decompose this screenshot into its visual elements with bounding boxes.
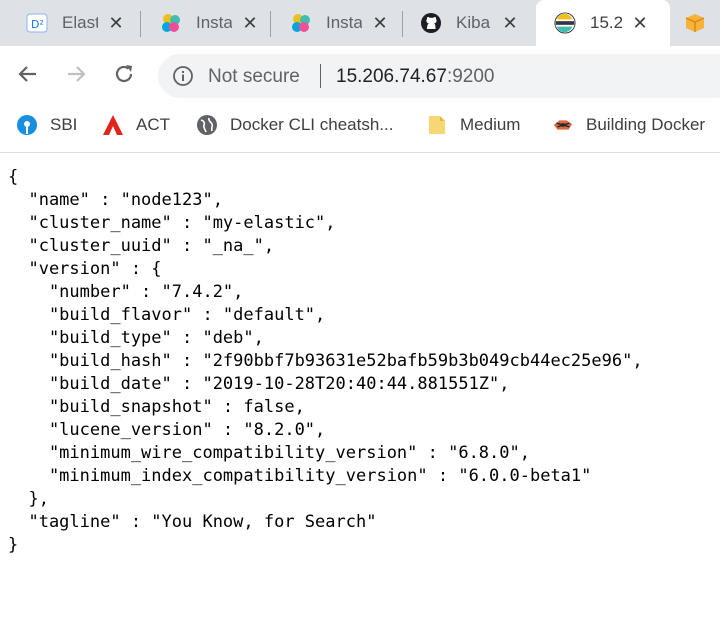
json-line: "tagline" : "You Know, for Search" [8,512,377,532]
elastic-logo-icon [160,12,182,34]
bookmark-label: Medium [460,115,521,134]
json-line: "cluster_name" : "my-elastic", [8,213,336,233]
close-icon[interactable]: ✕ [632,14,648,32]
close-icon[interactable]: ✕ [242,14,258,32]
github-icon [420,12,442,34]
json-line: "lucene_version" : "8.2.0", [8,420,326,440]
json-line: "minimum_wire_compatibility_version" : "… [8,443,530,463]
elastic-cloud-icon: D² [26,12,48,34]
box-icon [684,12,706,34]
tab-insta-1[interactable]: Insta ✕ [134,0,270,46]
json-line: "build_snapshot" : false, [8,397,305,417]
close-icon[interactable]: ✕ [502,14,518,32]
tab-title: Elast [62,13,98,32]
svg-text:D²: D² [31,18,44,31]
bookmark-label: ACT [136,115,170,134]
address-divider [320,64,321,88]
tab-active-es[interactable]: 15.2 ✕ [536,0,670,46]
url-text[interactable]: 15.206.74.67:9200 [336,66,495,88]
json-line: "build_hash" : "2f90bbf7b93631e52bafb59b… [8,351,643,371]
json-line: { [8,167,19,187]
bookmark-label: SBI [50,115,78,134]
json-line: "number" : "7.4.2", [8,282,244,302]
tab-strip: D² Elast ✕ Insta ✕ Insta ✕ Kiba ✕ 15.2 ✕ [0,0,720,46]
json-line: "version" : { [8,259,162,279]
bookmark-label: Docker CLI cheatsh... [230,115,394,134]
back-icon[interactable] [14,60,42,88]
json-line: "name" : "node123", [8,190,223,210]
url-port: :9200 [446,66,495,87]
bookmark-building-docker[interactable]: Building Docker [552,102,705,148]
json-line: "cluster_uuid" : "_na_", [8,236,275,256]
bookmark-medium[interactable]: Medium [426,102,520,148]
json-line: "build_flavor" : "default", [8,305,326,325]
elasticsearch-icon [554,12,576,34]
json-line: "build_type" : "deb", [8,328,264,348]
bookmark-act[interactable]: ACT [102,102,170,148]
bookmarks-bar: SBI ACT Docker CLI cheatsh... Medium Bui… [0,102,720,153]
json-line: }, [8,489,49,509]
sbi-icon [16,114,38,136]
address-bar[interactable]: Not secure 15.206.74.67:9200 [158,54,720,98]
toolbar: Not secure 15.206.74.67:9200 [0,46,720,102]
not-secure-label: Not secure [208,66,300,87]
info-icon[interactable] [172,65,194,87]
docker-icon [552,114,574,136]
tab-title: 15.2 [590,13,622,32]
json-line: "minimum_index_compatibility_version" : … [8,466,592,486]
json-line: } [8,535,19,555]
bookmark-label: Building Docker [586,115,706,134]
tab-partial[interactable] [676,0,720,46]
url-host: 15.206.74.67 [336,66,447,87]
bookmark-sbi[interactable]: SBI [16,102,77,148]
elastic-logo-icon [290,12,312,34]
tab-insta-2[interactable]: Insta ✕ [264,0,402,46]
json-response: { "name" : "node123", "cluster_name" : "… [8,166,718,557]
tab-title: Insta [196,13,232,32]
forward-icon[interactable] [62,60,90,88]
tab-kibana[interactable]: Kiba ✕ [394,0,528,46]
json-line: "build_date" : "2019-10-28T20:40:44.8815… [8,374,510,394]
tab-title: Insta [326,13,362,32]
act-icon [102,114,124,136]
globe-icon [196,114,218,136]
bookmark-docker-cli[interactable]: Docker CLI cheatsh... [196,102,393,148]
tab-elastic[interactable]: D² Elast ✕ [0,0,140,46]
tab-title: Kiba [456,13,491,32]
reload-icon[interactable] [110,60,138,88]
folder-icon [426,114,448,136]
close-icon[interactable]: ✕ [108,14,124,32]
close-icon[interactable]: ✕ [372,14,388,32]
